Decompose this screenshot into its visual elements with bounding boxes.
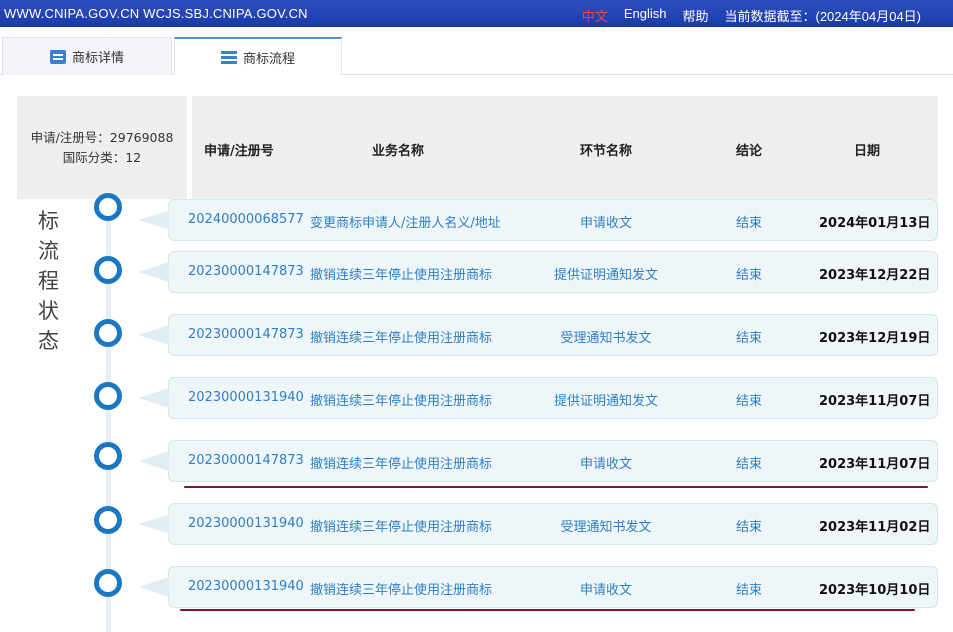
row-node-name[interactable]: 申请收文: [580, 453, 632, 472]
row-business-name[interactable]: 撤销连续三年停止使用注册商标: [310, 579, 492, 598]
annotation-underline: [180, 609, 915, 611]
tab-bar: 商标详情 商标流程: [0, 37, 953, 75]
row-business-name[interactable]: 撤销连续三年停止使用注册商标: [310, 516, 492, 535]
side-title-char: 标: [38, 209, 59, 233]
row-pointer: [139, 577, 169, 597]
row-business-name[interactable]: 变更商标申请人/注册人名义/地址: [310, 212, 501, 231]
row-pointer: [139, 262, 169, 282]
row-date: 2023年11月07日: [819, 394, 931, 409]
tab-label: 商标流程: [242, 51, 295, 67]
row-date: 2023年11月07日: [819, 457, 931, 472]
row-reg-no[interactable]: 20230000131940: [188, 579, 304, 594]
side-title-char: 态: [38, 329, 59, 353]
list-icon: [220, 50, 237, 64]
row-date: 2023年11月02日: [819, 520, 931, 535]
data-as-of-text: 当前数据截至：(2024年04月04日): [724, 9, 922, 24]
timeline-node-icon: [94, 193, 122, 221]
header-reg-no: 申请/注册号: [204, 144, 274, 159]
row-date: 2024年01月13日: [819, 216, 931, 231]
row-node-name[interactable]: 申请收文: [580, 579, 632, 598]
row-reg-no[interactable]: 20240000068577: [188, 212, 304, 227]
row-reg-no[interactable]: 20230000131940: [188, 516, 304, 531]
table-row: 20230000147873 撤销连续三年停止使用注册商标 申请收文 结束 2023年1…: [139, 440, 938, 482]
timeline-node-icon: [94, 442, 122, 470]
row-pointer: [139, 388, 169, 408]
document-icon: [49, 49, 66, 64]
timeline-node-icon: [94, 506, 122, 534]
process-status-title: 标流程状态: [38, 206, 62, 356]
tab-trademark-details[interactable]: 商标详情: [2, 37, 172, 75]
timeline-node-icon: [94, 319, 122, 347]
row-business-name[interactable]: 撤销连续三年停止使用注册商标: [310, 264, 492, 283]
side-title-char: 流: [38, 239, 59, 263]
row-date: 2023年10月10日: [819, 583, 931, 598]
row-date: 2023年12月19日: [819, 331, 931, 346]
row-result[interactable]: 结束: [736, 390, 762, 409]
lang-en-link[interactable]: English: [624, 6, 667, 25]
intl-class: 国际分类：12: [62, 150, 142, 165]
help-link[interactable]: 帮助: [682, 6, 708, 25]
header-result: 结论: [736, 144, 763, 159]
row-node-name[interactable]: 受理通知书发文: [560, 516, 651, 535]
header-node: 环节名称: [580, 144, 633, 159]
table-header: 申请/注册号 业务名称 环节名称 结论 日期: [192, 96, 938, 199]
row-result[interactable]: 结束: [736, 264, 762, 283]
row-pointer: [139, 514, 169, 534]
top-bar-links: 中文 English 帮助 当前数据截至：(2024年04月04日): [582, 6, 921, 25]
header-business: 业务名称: [372, 144, 425, 159]
tab-label: 商标详情: [71, 51, 124, 66]
site-urls[interactable]: WWW.CNIPA.GOV.CN WCJS.SBJ.CNIPA.GOV.CN: [4, 6, 308, 21]
timeline-node-icon: [94, 256, 122, 284]
row-node-name[interactable]: 提供证明通知发文: [554, 390, 658, 409]
reg-number: 申请/注册号：29769088: [30, 130, 174, 145]
table-row: 20230000131940 撤销连续三年停止使用注册商标 受理通知书发文 结束 202…: [139, 503, 938, 545]
trademark-info-box: 申请/注册号：29769088 国际分类：12: [17, 96, 187, 199]
annotation-underline: [184, 486, 928, 488]
row-node-name[interactable]: 提供证明通知发文: [554, 264, 658, 283]
row-result[interactable]: 结束: [736, 453, 762, 472]
row-business-name[interactable]: 撤销连续三年停止使用注册商标: [310, 327, 492, 346]
side-title-char: 状: [38, 299, 59, 323]
row-business-name[interactable]: 撤销连续三年停止使用注册商标: [310, 390, 492, 409]
timeline-node-icon: [94, 382, 122, 410]
table-row: 20240000068577 变更商标申请人/注册人名义/地址 申请收文 结束 2024…: [139, 199, 938, 241]
row-reg-no[interactable]: 20230000147873: [188, 264, 304, 279]
lang-zh-link[interactable]: 中文: [582, 6, 608, 25]
table-row: 20230000147873 撤销连续三年停止使用注册商标 受理通知书发文 结束 202…: [139, 314, 938, 356]
row-result[interactable]: 结束: [736, 327, 762, 346]
tab-trademark-process[interactable]: 商标流程: [174, 37, 342, 75]
row-node-name[interactable]: 受理通知书发文: [560, 327, 651, 346]
side-title-char: 程: [38, 269, 59, 293]
row-business-name[interactable]: 撤销连续三年停止使用注册商标: [310, 453, 492, 472]
timeline-node-icon: [94, 569, 122, 597]
table-row: 20230000131940 撤销连续三年停止使用注册商标 提供证明通知发文 结束 20…: [139, 377, 938, 419]
row-reg-no[interactable]: 20230000147873: [188, 327, 304, 342]
row-result[interactable]: 结束: [736, 579, 762, 598]
row-pointer: [139, 210, 169, 230]
row-result[interactable]: 结束: [736, 516, 762, 535]
row-pointer: [139, 451, 169, 471]
row-result[interactable]: 结束: [736, 212, 762, 231]
row-reg-no[interactable]: 20230000147873: [188, 453, 304, 468]
row-node-name[interactable]: 申请收文: [580, 212, 632, 231]
row-pointer: [139, 325, 169, 345]
row-date: 2023年12月22日: [819, 268, 931, 283]
row-reg-no[interactable]: 20230000131940: [188, 390, 304, 405]
top-bar: WWW.CNIPA.GOV.CN WCJS.SBJ.CNIPA.GOV.CN 中…: [0, 0, 953, 27]
header-date: 日期: [854, 144, 881, 159]
table-row: 20230000131940 撤销连续三年停止使用注册商标 申请收文 结束 2023年1…: [139, 566, 938, 608]
table-row: 20230000147873 撤销连续三年停止使用注册商标 提供证明通知发文 结束 20…: [139, 251, 938, 293]
